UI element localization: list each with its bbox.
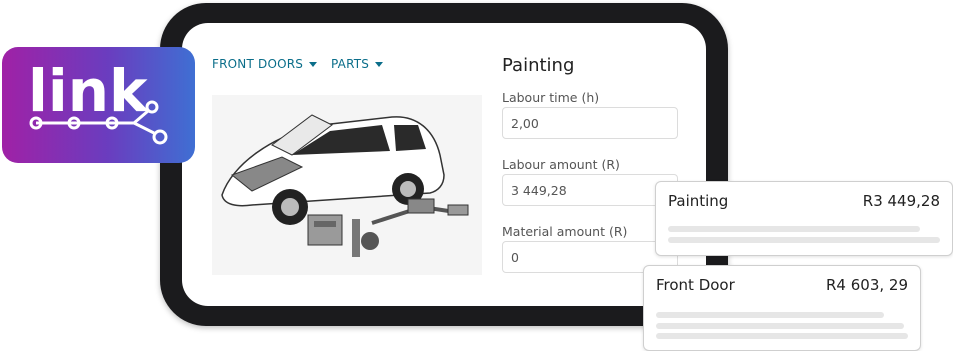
placeholder-line	[668, 237, 940, 243]
logo-text: link	[28, 57, 149, 125]
car-parts-illustration	[212, 95, 482, 275]
placeholder-line	[656, 323, 904, 329]
parts-label: PARTS	[331, 57, 370, 71]
card-title: Front Door	[656, 276, 735, 294]
link-logo-icon: link	[28, 57, 168, 145]
placeholder-line	[656, 312, 884, 318]
placeholder-line	[668, 226, 920, 232]
front-door-summary-card: Front Door R4 603, 29	[643, 265, 921, 351]
tablet-screen: FRONT DOORS PARTS Painting Labour time (…	[182, 23, 706, 306]
card-amount: R3 449,28	[862, 192, 940, 210]
front-doors-label: FRONT DOORS	[212, 57, 304, 71]
material-amount-label: Material amount (R)	[502, 224, 628, 239]
labour-amount-input[interactable]: 3 449,28	[502, 174, 678, 206]
caret-down-icon	[375, 62, 384, 67]
front-doors-dropdown[interactable]: FRONT DOORS	[212, 57, 318, 71]
painting-summary-card: Painting R3 449,28	[655, 181, 953, 256]
labour-time-input[interactable]: 2,00	[502, 107, 678, 139]
caret-down-icon	[309, 62, 318, 67]
labour-amount-label: Labour amount (R)	[502, 157, 620, 172]
placeholder-line	[656, 333, 908, 339]
parts-dropdown[interactable]: PARTS	[331, 57, 384, 71]
link-logo: link	[2, 47, 195, 163]
car-icon	[221, 114, 469, 257]
form-title: Painting	[502, 55, 575, 76]
labour-time-label: Labour time (h)	[502, 90, 600, 105]
card-title: Painting	[668, 192, 729, 210]
card-amount: R4 603, 29	[826, 276, 908, 294]
